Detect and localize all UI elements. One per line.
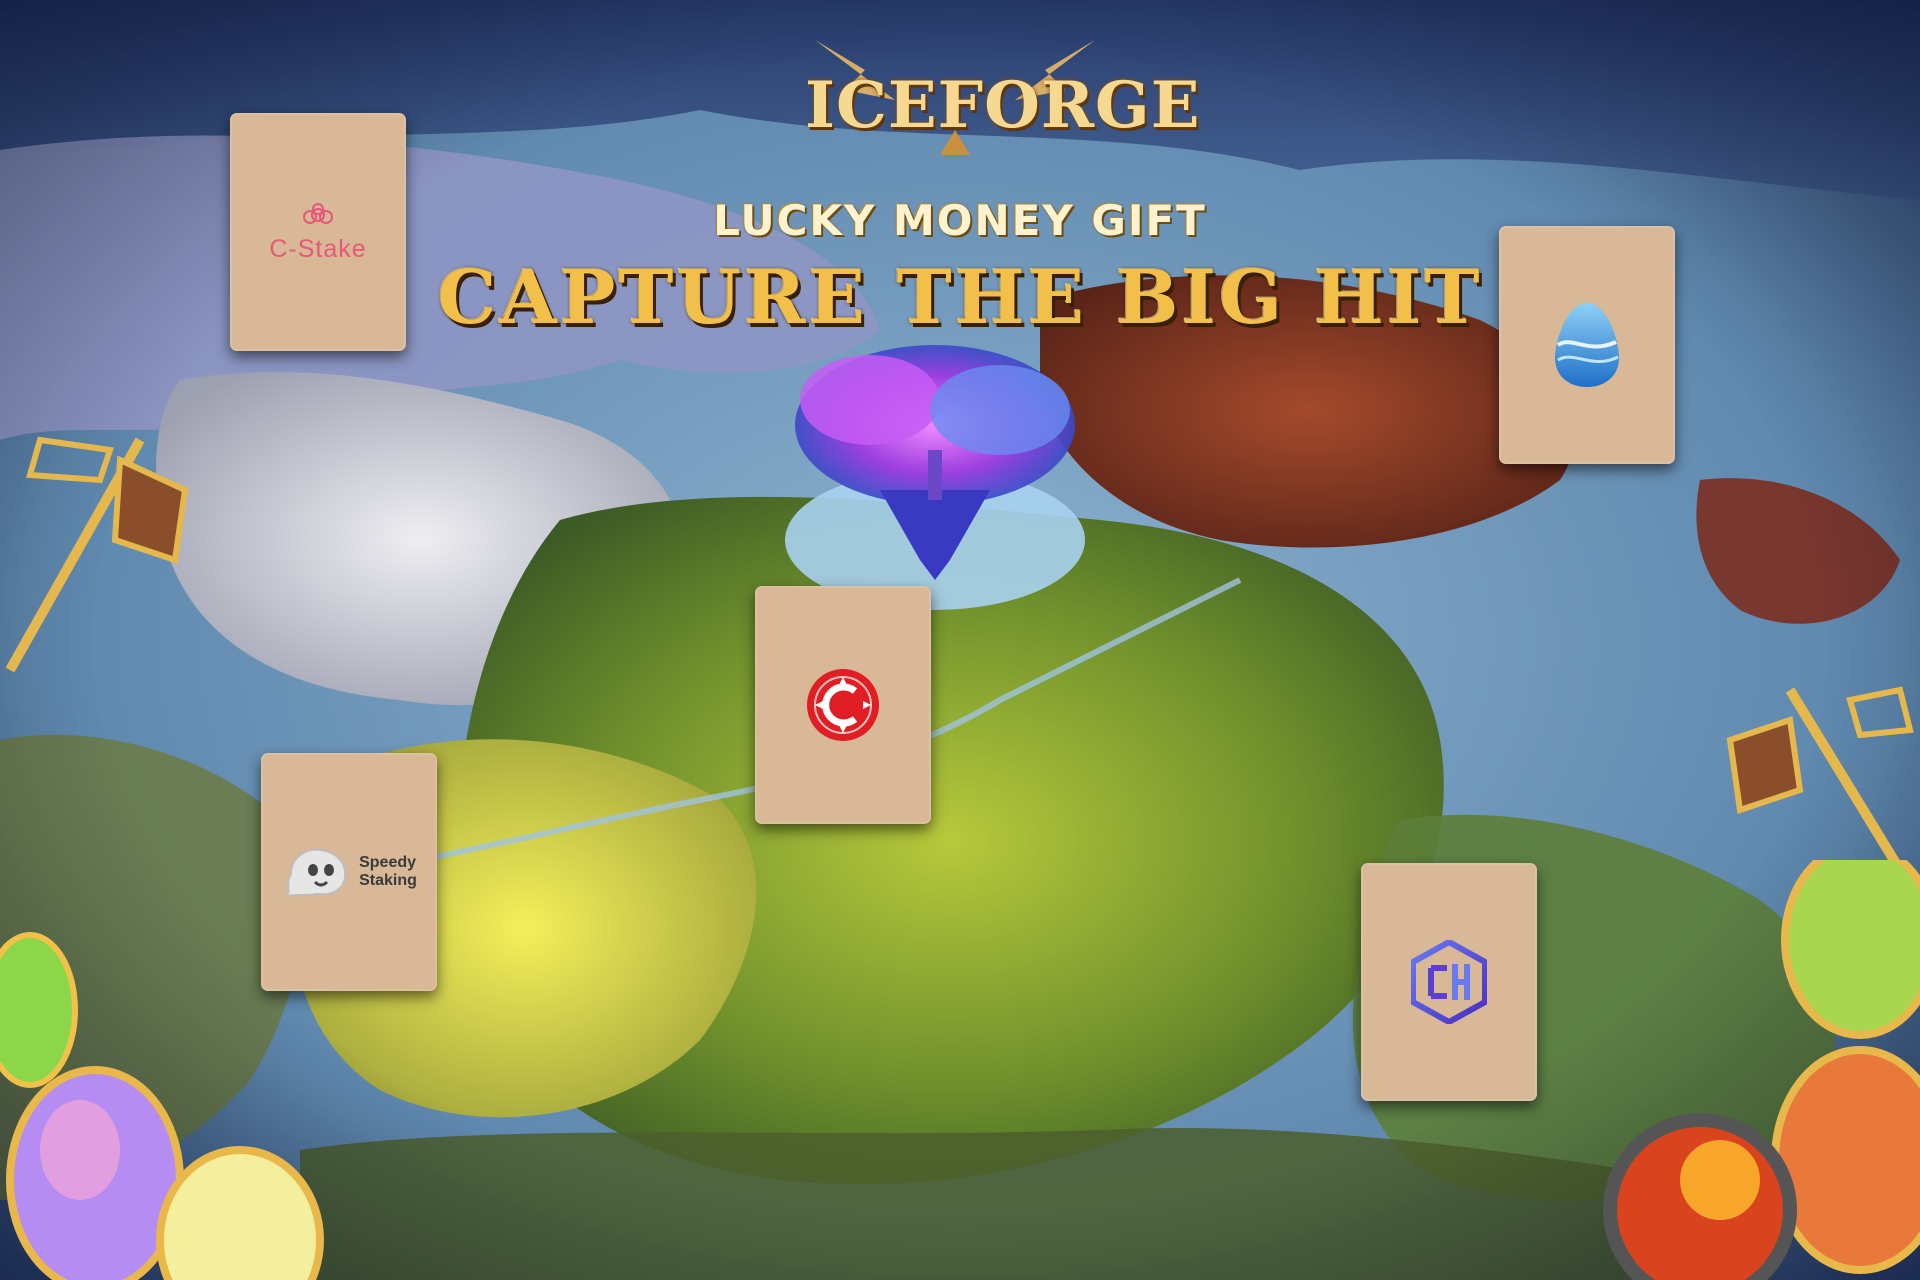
card-red-coin[interactable] [755,586,931,824]
golden-axe-left-icon [5,436,189,673]
card-c-stake[interactable]: C-Stake [230,113,406,351]
golden-axe-right-icon [1726,686,1914,873]
speedy-label-line1: Speedy [359,854,417,871]
c-stake-flower-icon [303,202,333,224]
dragon-eggs-right-icon [1603,860,1920,1280]
game-scene: ICEFORGE LUCKY MONEY GIFT CAPTURE THE BI… [0,0,1920,1280]
card-speedy-staking[interactable]: Speedy Staking [261,753,437,991]
card-c-stake-content: C-Stake [230,113,406,351]
ghost-icon [284,848,347,898]
speedy-label: Speedy Staking [359,854,417,890]
card-water-egg-content [1499,226,1675,464]
speedy-label-line2: Staking [359,872,417,889]
blue-wave-egg-icon [1555,303,1619,387]
c-stake-label: C-Stake [269,234,367,263]
card-speedy-staking-content: Speedy Staking [261,753,437,991]
red-c-coin-icon [807,669,879,741]
card-red-coin-content [755,586,931,824]
card-hex-logo[interactable] [1361,863,1537,1101]
card-hex-logo-content [1361,863,1537,1101]
purple-hexagon-icon [1411,940,1487,1024]
card-water-egg[interactable] [1499,226,1675,464]
